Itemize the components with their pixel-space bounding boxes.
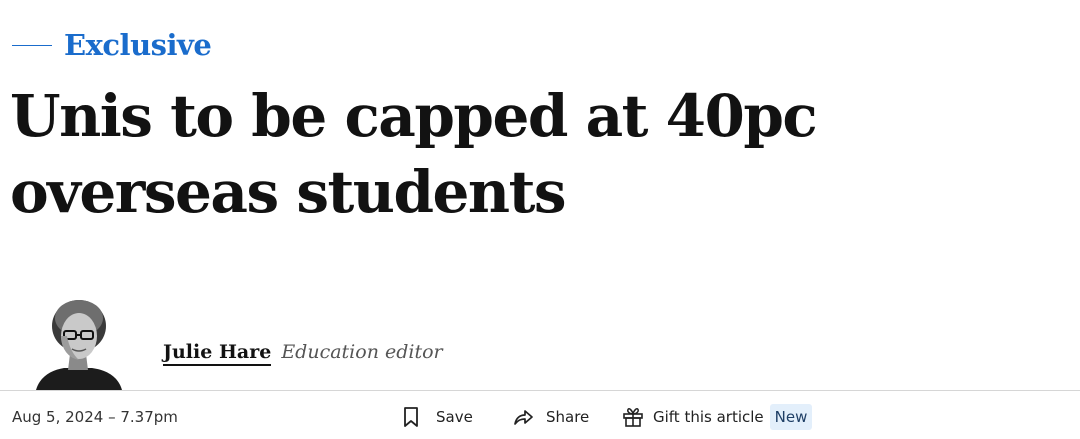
kicker-label: Exclusive — [64, 28, 212, 62]
gift-label: Gift this article — [653, 408, 764, 426]
save-button[interactable]: Save — [401, 402, 473, 432]
share-label: Share — [546, 408, 590, 426]
byline: Julie Hare Education editor — [163, 341, 443, 366]
publish-date: Aug 5, 2024 – 7.37pm — [12, 408, 178, 426]
author-role: Education editor — [281, 341, 443, 363]
gift-article-button[interactable]: Gift this article New — [622, 402, 813, 432]
divider — [0, 390, 1080, 391]
kicker-rule — [12, 44, 52, 46]
kicker: Exclusive — [12, 28, 212, 62]
author-avatar — [34, 296, 124, 390]
author-name-link[interactable]: Julie Hare — [163, 341, 272, 366]
article-headline: Unis to be capped at 40pc overseas stude… — [10, 82, 818, 226]
new-badge: New — [769, 404, 813, 430]
gift-icon — [622, 406, 644, 428]
share-button[interactable]: Share — [512, 402, 589, 432]
save-label: Save — [436, 408, 473, 426]
bookmark-icon — [401, 406, 421, 428]
share-arrow-icon — [512, 407, 534, 427]
